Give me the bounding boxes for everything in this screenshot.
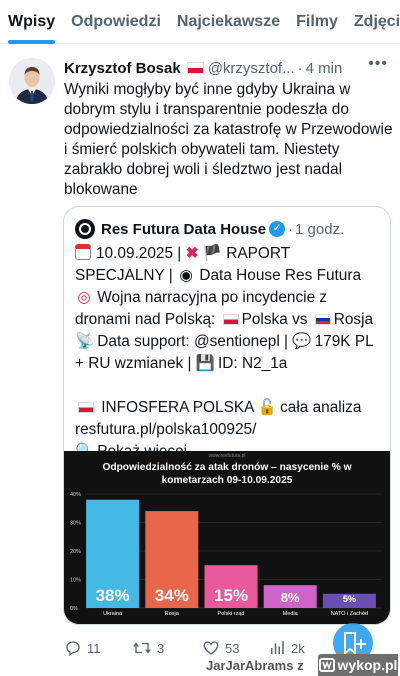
chart-plot: 0% 10% 20% 30% 40% 38% Ukraina 34% Rosja 15% Polsk… xyxy=(70,492,382,617)
chart-image[interactable]: www.resfutura.pl Odpowiedzialność za ata… xyxy=(64,451,390,624)
heart-icon xyxy=(203,641,219,655)
quoted-avatar xyxy=(75,219,95,239)
chart-ytick-label: 30% xyxy=(70,521,81,527)
reply-count: 11 xyxy=(87,640,101,656)
tab-zdjecia[interactable]: Zdjęcia xyxy=(346,0,400,44)
post-text: Wyniki mogłyby być inne gdyby Ukraina w … xyxy=(64,81,393,198)
chart-value-label: 38% xyxy=(96,586,130,605)
chart-ytick-label: 10% xyxy=(70,578,81,584)
separator-dot: · xyxy=(288,220,294,238)
quoted-post-header: Res Futura Data House ✓ · 1 godz. xyxy=(75,219,344,239)
quote-line-7b: cała analiza xyxy=(280,399,362,416)
chart-category-label: Polski rząd xyxy=(218,611,245,617)
reply-icon xyxy=(66,641,80,657)
chart-ytick-label: 0% xyxy=(70,606,78,612)
tab-najciekawsze[interactable]: Najciekawsze xyxy=(169,0,288,44)
chart-value-label: 34% xyxy=(155,586,189,605)
like-button[interactable]: 53 xyxy=(202,636,239,660)
chart-category-label: Rosja xyxy=(165,611,180,617)
chart-value-label: 15% xyxy=(214,586,248,605)
author-name[interactable]: Krzysztof Bosak xyxy=(64,60,181,77)
wykop-logo: wykop.pl xyxy=(318,654,398,676)
tab-odpowiedzi[interactable]: Odpowiedzi xyxy=(63,0,169,44)
separator-dot: · xyxy=(297,59,303,77)
avatar[interactable] xyxy=(9,58,55,104)
verified-badge-icon: ✓ xyxy=(269,221,286,237)
reply-button[interactable]: 11 xyxy=(64,636,101,660)
quote-link[interactable]: resfutura.pl/polska100925/ xyxy=(75,419,385,441)
quote-line-6a: + RU wzmianek | xyxy=(75,355,192,372)
tab-wpisy[interactable]: Wpisy xyxy=(0,0,63,44)
views-button[interactable]: 2k xyxy=(268,636,305,660)
floppy-disk-icon: 💾 xyxy=(195,355,215,372)
post-time[interactable]: 4 min xyxy=(306,60,343,77)
repost-button[interactable]: 3 xyxy=(132,636,164,660)
quote-line-4b: Polska vs xyxy=(241,311,308,328)
chart-ytick-label: 20% xyxy=(70,549,81,555)
post-header: Krzysztof Bosak @krzysztof... · 4 min ••… xyxy=(64,55,394,79)
target-icon: ◎ xyxy=(77,289,91,306)
like-count: 53 xyxy=(225,640,240,656)
chart-category-label: NATO i Zachód xyxy=(331,611,368,617)
tab-filmy[interactable]: Filmy xyxy=(288,0,346,44)
author-handle[interactable]: @krzysztof... xyxy=(208,60,295,77)
repost-count: 3 xyxy=(157,640,165,656)
quote-line-3: Wojna narracyjna po incydencie z xyxy=(97,289,328,306)
chart-value-label: 5% xyxy=(343,594,356,604)
russia-flag-icon xyxy=(314,314,331,325)
quote-line-2a: SPECJALNY | xyxy=(75,267,173,284)
calendar-icon xyxy=(75,244,91,260)
quoted-post-text: 10.09.2025 | ✖ 🏴 RAPORT SPECJALNY | ◉ Da… xyxy=(75,243,385,463)
wykop-site-label: wykop.pl xyxy=(337,657,398,673)
poland-flag-icon xyxy=(78,402,94,413)
chart-ytick-label: 40% xyxy=(70,492,81,498)
quote-line-6b: ID: N2_1a xyxy=(218,355,288,372)
quote-line-1a: 10.09.2025 | xyxy=(96,245,182,262)
tab-bar: Wpisy Odpowiedzi Najciekawsze Filmy Zdję… xyxy=(0,0,400,44)
footer-user-label: JarJarAbrams z xyxy=(206,658,304,673)
footer-username: JarJarAbrams xyxy=(206,658,294,673)
lock-icon: 🔓 xyxy=(257,399,277,416)
quote-line-5b: 179K PL xyxy=(314,333,374,350)
quote-line-1b: RAPORT xyxy=(226,245,291,262)
quoted-author-name: Res Futura Data House xyxy=(101,220,267,238)
quoted-post[interactable]: Res Futura Data House ✓ · 1 godz. 10.09.… xyxy=(63,206,391,625)
quoted-post-time: 1 godz. xyxy=(295,220,345,238)
flags-icon: 🏴 xyxy=(202,245,222,262)
quote-line-4a: dronami nad Polską: xyxy=(75,311,216,328)
views-chart-icon xyxy=(271,641,284,654)
footer-z: z xyxy=(297,658,304,673)
avatar-portrait-icon xyxy=(9,58,55,104)
poland-flag-icon xyxy=(186,62,204,74)
poland-flag-icon xyxy=(222,314,239,325)
quote-line-4c: Rosja xyxy=(333,311,374,328)
cross-mark-icon: ✖ xyxy=(185,245,199,262)
quote-line-5a: Data support: @sentionepl | xyxy=(97,333,289,350)
chart-value-label: 8% xyxy=(281,590,300,605)
views-count: 2k xyxy=(291,640,305,656)
quote-line-2b: Data House Res Futura xyxy=(199,267,362,284)
chart-category-label: Ukraina xyxy=(103,611,123,617)
chart-category-label: Media xyxy=(283,611,299,617)
satellite-icon: 📡 xyxy=(75,333,95,350)
speech-bubble-icon: 💬 xyxy=(292,333,312,350)
wykop-logo-icon xyxy=(318,658,335,672)
repost-icon xyxy=(133,642,151,654)
eye-icon: ◉ xyxy=(179,267,193,284)
more-options-icon[interactable]: ••• xyxy=(368,55,388,73)
quote-line-7a: INFOSFERA POLSKA xyxy=(101,399,254,416)
